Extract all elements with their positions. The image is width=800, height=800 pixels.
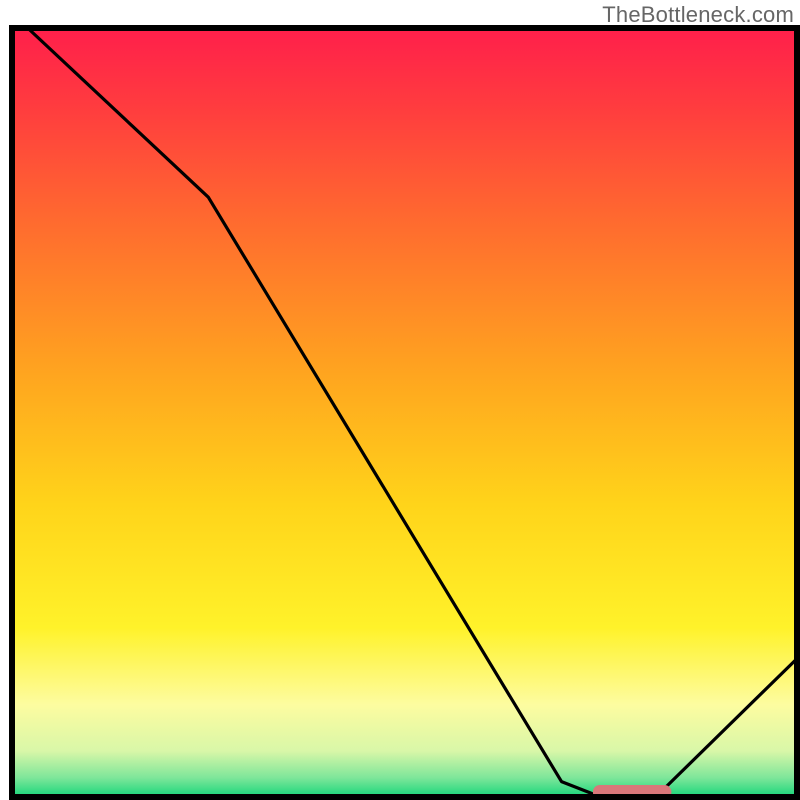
bottleneck-chart: [0, 0, 800, 800]
watermark-text: TheBottleneck.com: [602, 2, 794, 28]
gradient-background: [12, 28, 797, 797]
chart-frame: TheBottleneck.com: [0, 0, 800, 800]
